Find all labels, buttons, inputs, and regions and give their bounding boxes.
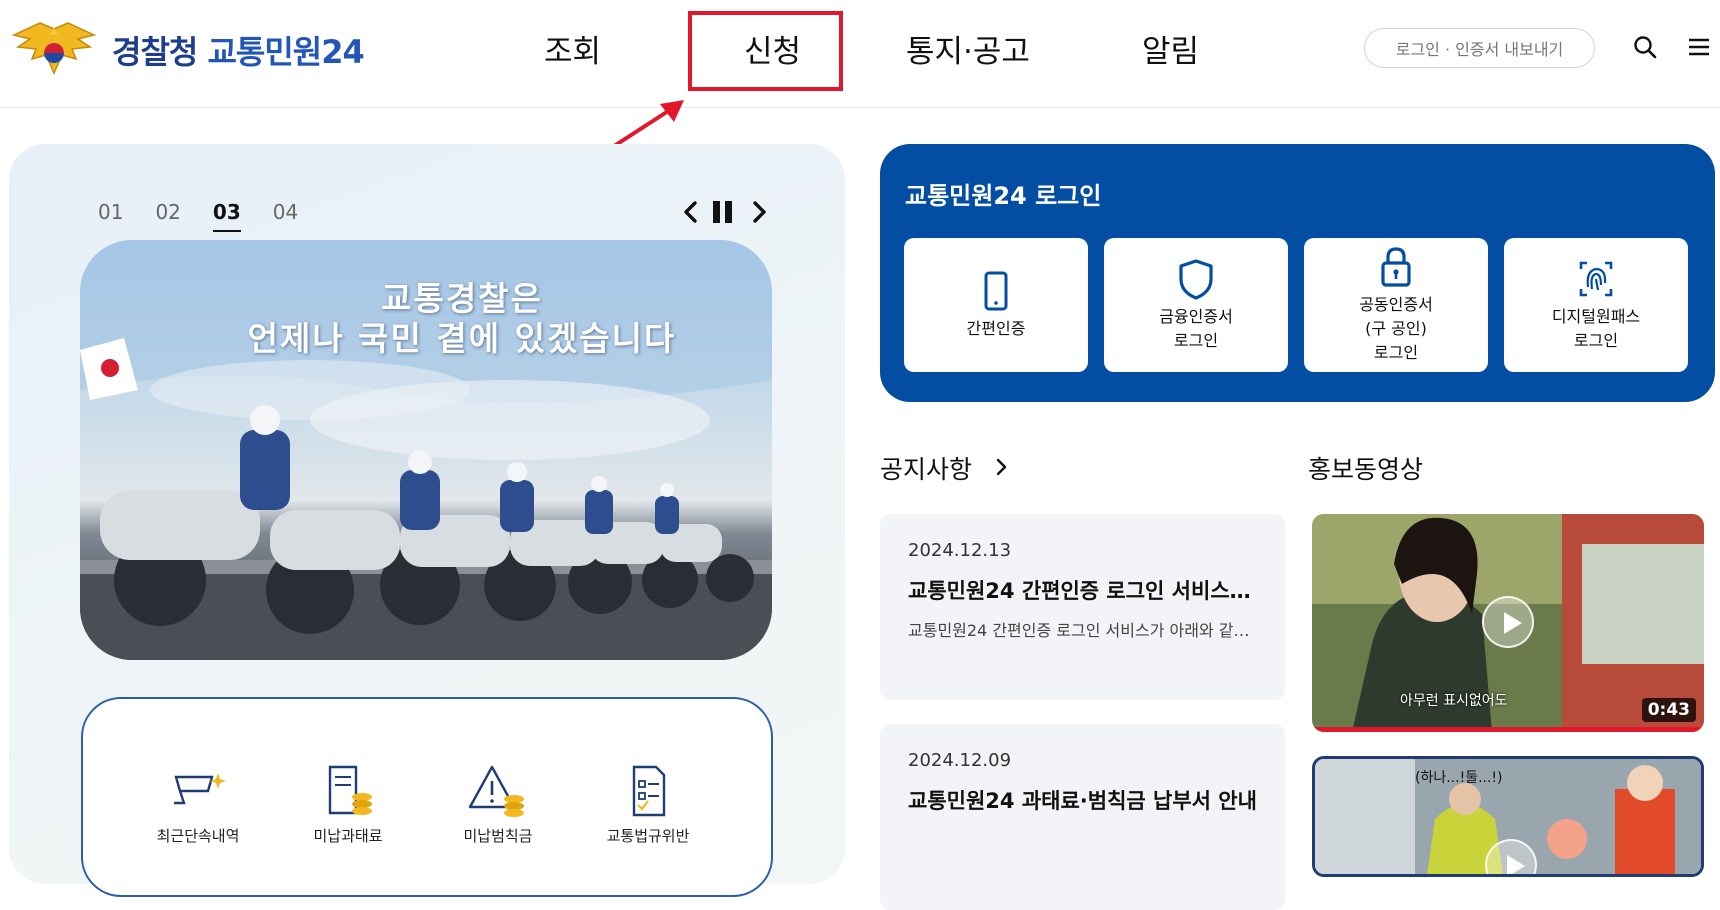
lock-icon <box>1381 247 1411 287</box>
login-financial-cert-button[interactable]: 금융인증서 로그인 <box>1104 238 1288 372</box>
login-option-label: 디지털원패스 로그인 <box>1551 307 1641 350</box>
logo-sub-text: 교통민원24 <box>207 33 364 71</box>
warning-coin-icon <box>468 765 524 817</box>
login-joint-cert-button[interactable]: 공동인증서 (구 공인) 로그인 <box>1304 238 1488 372</box>
hero-banner[interactable]: 교통경찰은 언제나 국민 곁에 있겠습니다 <box>80 240 772 660</box>
document-check-icon <box>632 765 666 817</box>
login-option-label: 금융인증서 로그인 <box>1159 307 1233 350</box>
quick-link-recent-enforcement[interactable]: 최근단속내역 <box>133 763 263 846</box>
fingerprint-icon <box>1579 261 1613 297</box>
quick-link-unpaid-penalty[interactable]: 미납범칙금 <box>433 763 563 846</box>
notice-title: 교통민원24 과태료·범칙금 납부서 안내 <box>908 789 1257 813</box>
nav-item-inquiry[interactable]: 조회 <box>544 26 601 71</box>
notice-date: 2024.12.13 <box>908 540 1012 561</box>
receipt-coin-icon <box>328 765 372 815</box>
slide-pager: 01 02 03 04 <box>98 200 298 232</box>
site-header: 경찰청 교통민원24 조회 신청 통지·공고 알림 로그인 · 인증서 내보내기 <box>0 0 1720 108</box>
video-thumbnail[interactable]: 아무런 표시없어도 0:43 <box>1312 514 1704 732</box>
nav-item-alert[interactable]: 알림 <box>1142 26 1199 71</box>
notice-date: 2024.12.09 <box>908 750 1012 771</box>
play-icon[interactable] <box>1482 596 1534 648</box>
video-duration: 0:43 <box>1641 698 1696 722</box>
camera-icon <box>174 773 226 805</box>
site-logo[interactable]: 경찰청 교통민원24 <box>10 20 365 80</box>
notice-item[interactable]: 2024.12.13 교통민원24 간편인증 로그인 서비스 안내 교통민원24… <box>880 514 1285 700</box>
quick-link-traffic-violation[interactable]: 교통법규위반 <box>583 763 713 846</box>
notices-section-title: 공지사항 <box>880 455 973 484</box>
login-panel: 교통민원24 로그인 간편인증 금융인증서 로그인 공동인증서 (구 공인) 로… <box>880 144 1715 402</box>
menu-icon[interactable] <box>1686 34 1712 60</box>
notice-title: 교통민원24 간편인증 로그인 서비스 안내 <box>908 579 1257 603</box>
video-progress-bar <box>1312 727 1704 732</box>
quick-link-label: 미납과태료 <box>313 827 383 845</box>
quick-link-label: 교통법규위반 <box>606 827 690 845</box>
quick-links-box: 최근단속내역 미납과태료 미납범칙금 교통법규위반 <box>81 697 773 897</box>
login-digital-onepass-button[interactable]: 디지털원패스 로그인 <box>1504 238 1688 372</box>
pause-icon[interactable] <box>708 196 738 228</box>
search-icon[interactable] <box>1632 34 1658 60</box>
chevron-right-icon[interactable] <box>744 196 774 228</box>
login-option-label: 간편인증 <box>966 319 1026 338</box>
logo-main-text: 경찰청 <box>112 33 198 71</box>
video-caption: 아무런 표시없어도 <box>1400 693 1508 709</box>
chevron-right-icon[interactable] <box>990 454 1012 480</box>
pager-item[interactable]: 02 <box>155 200 180 232</box>
login-option-label: 공동인증서 (구 공인) 로그인 <box>1359 295 1433 362</box>
login-panel-title: 교통민원24 로그인 <box>905 182 1102 210</box>
notice-description: 교통민원24 간편인증 로그인 서비스가 아래와 같이 변경됩니다. <box>908 621 1257 640</box>
notice-item[interactable]: 2024.12.09 교통민원24 과태료·범칙금 납부서 안내 <box>880 724 1285 910</box>
login-export-button[interactable]: 로그인 · 인증서 내보내기 <box>1364 28 1595 68</box>
shield-icon <box>1179 259 1213 300</box>
pager-item[interactable]: 01 <box>98 200 123 232</box>
police-emblem-icon <box>11 22 97 75</box>
quick-link-unpaid-fine[interactable]: 미납과태료 <box>283 763 413 846</box>
pager-item[interactable]: 04 <box>273 200 298 232</box>
video-caption: (하나...!둘...!) <box>1415 770 1503 786</box>
banner-headline-2: 언제나 국민 곁에 있겠습니다 <box>247 319 677 358</box>
pager-item-active[interactable]: 03 <box>212 200 241 232</box>
chevron-left-icon[interactable] <box>676 196 706 228</box>
phone-icon <box>984 271 1008 311</box>
video-thumbnail[interactable]: (하나...!둘...!) <box>1312 756 1704 877</box>
login-simple-auth-button[interactable]: 간편인증 <box>904 238 1088 372</box>
nav-item-notice[interactable]: 통지·공고 <box>906 26 1030 71</box>
videos-section-title: 홍보동영상 <box>1308 455 1424 484</box>
quick-link-label: 미납범칙금 <box>463 827 533 845</box>
quick-link-label: 최근단속내역 <box>156 827 240 845</box>
highlight-box <box>688 11 843 91</box>
